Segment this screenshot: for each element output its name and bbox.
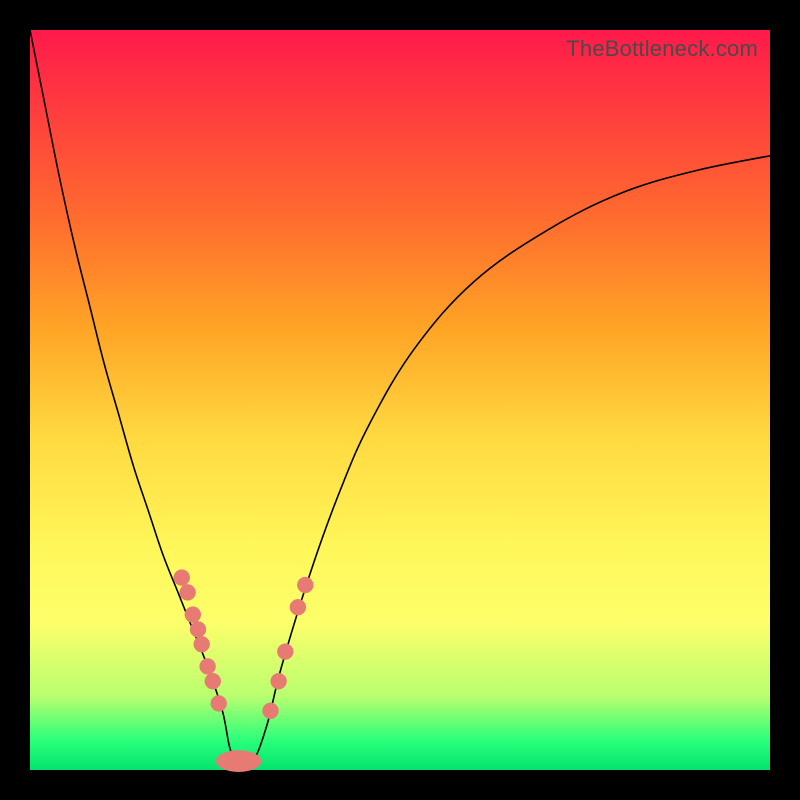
marker-dot — [185, 607, 201, 623]
marker-dot — [263, 703, 279, 719]
markers-group — [174, 570, 314, 719]
chart-svg — [30, 30, 770, 770]
marker-dot — [211, 695, 227, 711]
marker-dot — [200, 658, 216, 674]
marker-dot — [194, 636, 210, 652]
trough-blob — [216, 751, 260, 772]
marker-dot — [180, 584, 196, 600]
marker-dot — [290, 599, 306, 615]
bottleneck-curve — [30, 30, 770, 766]
chart-area: TheBottleneck.com — [30, 30, 770, 770]
marker-dot — [297, 577, 313, 593]
marker-dot — [271, 673, 287, 689]
marker-dot — [205, 673, 221, 689]
marker-dot — [174, 570, 190, 586]
watermark-text: TheBottleneck.com — [566, 36, 758, 62]
marker-dot — [190, 621, 206, 637]
marker-dot — [277, 644, 293, 660]
